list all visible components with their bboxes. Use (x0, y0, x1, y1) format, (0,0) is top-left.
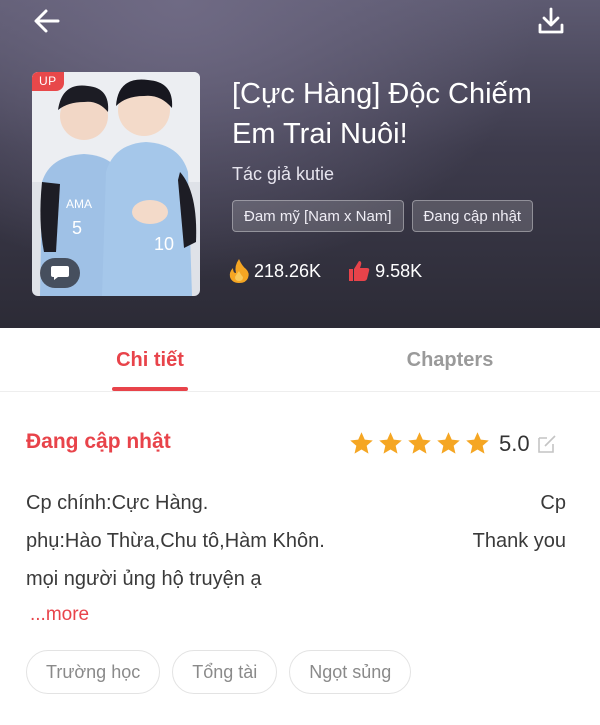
book-title: [Cực Hàng] Độc Chiếm Em Trai Nuôi! (232, 78, 532, 150)
download-icon (538, 7, 564, 34)
update-status: Đang cập nhật (26, 430, 171, 453)
likes-stat[interactable]: 9.58K (347, 259, 422, 283)
book-author[interactable]: Tác giả kutie (232, 164, 334, 185)
views-count: 218.26K (254, 260, 322, 281)
fire-icon (229, 259, 249, 283)
description-line: phụ:Hào Thừa,Chu tô,Hàm Khôn. Thank you (26, 522, 566, 560)
back-button[interactable] (30, 4, 64, 38)
chat-bubble-icon (51, 266, 69, 280)
tab-details[interactable]: Chi tiết (100, 328, 200, 392)
book-cover[interactable]: AMA 5 10 UP (32, 72, 200, 296)
category-tags: Trường học Tổng tài Ngọt sủng (26, 650, 412, 694)
likes-count: 9.58K (375, 260, 423, 281)
more-link[interactable]: ...more (30, 604, 89, 626)
description-text: Cp chính:Cực Hàng. (26, 492, 209, 514)
svg-text:5: 5 (72, 218, 82, 238)
book-description: Cp chính:Cực Hàng. Cp phụ:Hào Thừa,Chu t… (26, 484, 566, 598)
genre-tag[interactable]: Đam mỹ [Nam x Nam] (232, 200, 404, 232)
tab-chapters[interactable]: Chapters (380, 328, 520, 392)
star-icon (466, 432, 489, 454)
rating[interactable]: 5.0 (348, 430, 558, 457)
svg-text:10: 10 (154, 234, 174, 254)
description-line: mọi người ủng hộ truyện ạ (26, 560, 566, 598)
genre-tags: Đam mỹ [Nam x Nam] Đang cập nhật (232, 200, 534, 232)
category-tag[interactable]: Ngọt sủng (289, 650, 412, 694)
category-tag[interactable]: Trường học (26, 650, 161, 694)
description-text: phụ:Hào Thừa,Chu tô,Hàm Khôn. (26, 530, 325, 552)
star-icon (408, 432, 431, 454)
star-icon (437, 432, 460, 454)
back-arrow-icon (34, 9, 60, 33)
comment-badge[interactable] (40, 258, 80, 288)
description-text: Cp (540, 492, 566, 514)
svg-text:AMA: AMA (66, 197, 92, 211)
book-stats: 218.26K 9.58K (228, 258, 422, 284)
description-text: mọi người ủng hộ truyện ạ (26, 568, 262, 590)
description-line: Cp chính:Cực Hàng. Cp (26, 484, 566, 522)
thumbs-up-icon (349, 261, 370, 281)
category-tag[interactable]: Tổng tài (172, 650, 278, 694)
status-tag[interactable]: Đang cập nhật (411, 200, 534, 232)
tab-bar: Chi tiết Chapters (0, 328, 600, 392)
views-stat: 218.26K (228, 258, 321, 284)
rating-value: 5.0 (499, 430, 530, 456)
update-badge: UP (32, 72, 64, 91)
download-button[interactable] (534, 4, 568, 38)
star-icon (379, 432, 402, 454)
active-tab-indicator (112, 387, 188, 391)
star-icon (350, 432, 373, 454)
description-text: Thank you (472, 530, 566, 552)
edit-icon[interactable] (536, 433, 558, 455)
book-header: AMA 5 10 UP [Cực Hàng] Độc Chiếm Em Trai… (0, 0, 600, 328)
